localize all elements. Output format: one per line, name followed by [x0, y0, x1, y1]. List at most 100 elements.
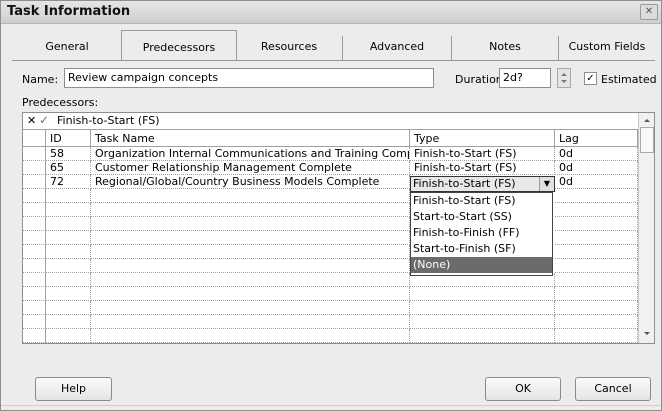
scroll-thumb[interactable] [640, 127, 654, 153]
tab-notes[interactable]: Notes [452, 36, 559, 60]
tab-custom-fields[interactable]: Custom Fields [559, 36, 655, 60]
type-dropdown-value: Finish-to-Start (FS) [413, 177, 516, 190]
duration-spinner[interactable] [557, 68, 571, 88]
dropdown-option[interactable]: Start-to-Finish (SF) [411, 241, 552, 257]
empty-cell[interactable] [555, 189, 638, 203]
tab-resources[interactable]: Resources [236, 36, 343, 60]
cell-lag[interactable]: 0d [555, 161, 638, 175]
empty-cell[interactable] [555, 203, 638, 217]
predecessors-label: Predecessors: [22, 96, 99, 109]
cell-id[interactable]: 58 [46, 147, 91, 161]
row-header[interactable] [23, 245, 46, 259]
cell-type[interactable]: Finish-to-Start (FS) [410, 147, 555, 161]
grid-scrollbar[interactable] [638, 113, 654, 343]
empty-cell[interactable] [555, 315, 638, 329]
empty-cell[interactable] [46, 217, 91, 231]
tab-predecessors[interactable]: Predecessors [121, 30, 237, 61]
column-header-type: Type [410, 130, 555, 147]
empty-cell[interactable] [91, 217, 410, 231]
row-header[interactable] [23, 217, 46, 231]
empty-cell[interactable] [46, 273, 91, 287]
empty-cell[interactable] [555, 301, 638, 315]
empty-cell[interactable] [91, 245, 410, 259]
dropdown-option[interactable]: Finish-to-Finish (FF) [411, 225, 552, 241]
empty-cell[interactable] [46, 259, 91, 273]
empty-cell[interactable] [555, 231, 638, 245]
row-header[interactable] [23, 161, 46, 175]
empty-cell[interactable] [91, 273, 410, 287]
predecessors-grid: ✕ ✓ Finish-to-Start (FS) ID Task Name Ty… [22, 112, 655, 344]
cancel-button[interactable]: Cancel [575, 377, 651, 401]
row-header[interactable] [23, 287, 46, 301]
scroll-up-icon[interactable] [640, 115, 654, 125]
tab-predecessors-label: Predecessors [142, 41, 216, 54]
row-header[interactable] [23, 203, 46, 217]
row-header[interactable] [23, 147, 46, 161]
empty-cell[interactable] [46, 231, 91, 245]
estimated-checkbox[interactable]: ✓ [584, 72, 597, 85]
task-information-dialog: Task Information ✕ General Predecessors … [0, 0, 662, 411]
type-dropdown[interactable]: Finish-to-Start (FS) ▼ [410, 176, 555, 192]
type-dropdown-list[interactable]: Finish-to-Start (FS) Start-to-Start (SS)… [410, 192, 553, 276]
empty-cell[interactable] [91, 315, 410, 329]
ok-button[interactable]: OK [485, 377, 561, 401]
entry-cancel-icon[interactable]: ✕ [27, 114, 36, 127]
empty-cell[interactable] [46, 287, 91, 301]
row-header[interactable] [23, 329, 46, 343]
empty-cell[interactable] [410, 329, 555, 343]
row-header[interactable] [23, 231, 46, 245]
cell-task-name[interactable]: Regional/Global/Country Business Models … [91, 175, 410, 189]
empty-cell[interactable] [555, 329, 638, 343]
empty-cell[interactable] [46, 315, 91, 329]
empty-cell[interactable] [46, 301, 91, 315]
entry-bar-value[interactable]: Finish-to-Start (FS) [57, 114, 160, 127]
row-header[interactable] [23, 273, 46, 287]
empty-cell[interactable] [555, 259, 638, 273]
empty-cell[interactable] [46, 245, 91, 259]
cell-lag[interactable]: 0d [555, 147, 638, 161]
help-button-label: Help [60, 382, 87, 395]
empty-cell[interactable] [46, 203, 91, 217]
row-header[interactable] [23, 189, 46, 203]
empty-cell[interactable] [555, 273, 638, 287]
empty-cell[interactable] [410, 301, 555, 315]
empty-cell[interactable] [91, 301, 410, 315]
spinner-arrows-icon [561, 73, 567, 83]
row-header[interactable] [23, 175, 46, 189]
scroll-down-icon[interactable] [640, 329, 654, 339]
close-button[interactable]: ✕ [640, 4, 658, 20]
empty-cell[interactable] [46, 329, 91, 343]
help-button[interactable]: Help [35, 377, 112, 401]
empty-cell[interactable] [410, 315, 555, 329]
row-header[interactable] [23, 259, 46, 273]
cell-id[interactable]: 72 [46, 175, 91, 189]
entry-accept-icon[interactable]: ✓ [39, 113, 49, 127]
dropdown-option[interactable]: Start-to-Start (SS) [411, 209, 552, 225]
empty-cell[interactable] [555, 287, 638, 301]
dropdown-option[interactable]: Finish-to-Start (FS) [411, 193, 552, 209]
cell-type[interactable]: Finish-to-Start (FS) [410, 161, 555, 175]
empty-cell[interactable] [91, 231, 410, 245]
empty-cell[interactable] [91, 287, 410, 301]
empty-cell[interactable] [46, 189, 91, 203]
dropdown-toggle-button[interactable]: ▼ [539, 177, 554, 191]
empty-cell[interactable] [91, 259, 410, 273]
tab-advanced[interactable]: Advanced [343, 36, 452, 60]
cell-task-name[interactable]: Organization Internal Communications and… [91, 147, 410, 161]
duration-input[interactable]: 2d? [499, 68, 551, 88]
tab-custom-fields-label: Custom Fields [568, 40, 646, 53]
row-header[interactable] [23, 301, 46, 315]
empty-cell[interactable] [410, 287, 555, 301]
cell-id[interactable]: 65 [46, 161, 91, 175]
empty-cell[interactable] [555, 217, 638, 231]
empty-cell[interactable] [91, 189, 410, 203]
empty-cell[interactable] [91, 203, 410, 217]
dropdown-option-highlighted[interactable]: (None) [411, 257, 552, 273]
row-header[interactable] [23, 315, 46, 329]
empty-cell[interactable] [555, 245, 638, 259]
cell-lag[interactable]: 0d [555, 175, 638, 189]
cell-task-name[interactable]: Customer Relationship Management Complet… [91, 161, 410, 175]
name-input[interactable]: Review campaign concepts [64, 68, 434, 88]
empty-cell[interactable] [91, 329, 410, 343]
tab-general[interactable]: General [12, 36, 123, 60]
